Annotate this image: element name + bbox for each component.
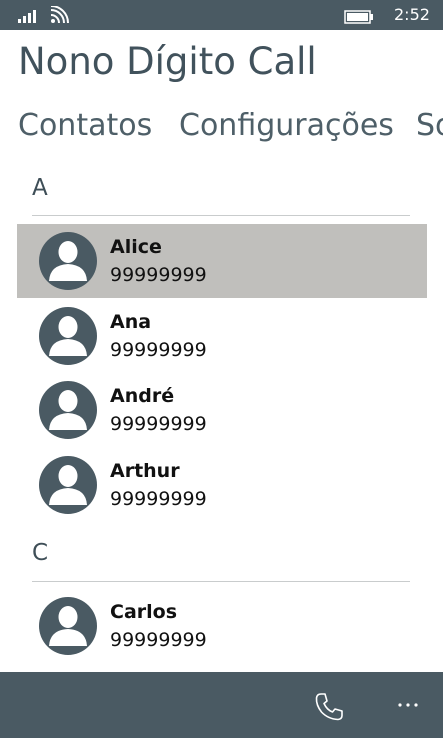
wifi-icon xyxy=(50,5,70,28)
avatar-icon xyxy=(39,456,97,514)
avatar-icon xyxy=(39,307,97,365)
group-divider xyxy=(32,581,410,582)
group-divider xyxy=(32,215,410,216)
contact-item-arthur[interactable]: Arthur 99999999 xyxy=(17,448,427,522)
contact-phone: 99999999 xyxy=(110,264,207,286)
tab-sobre[interactable]: Sobre xyxy=(416,108,443,143)
contact-phone: 99999999 xyxy=(110,413,207,435)
group-header-c[interactable]: C xyxy=(32,540,48,566)
clock: 2:52 xyxy=(394,5,430,24)
avatar-icon xyxy=(39,381,97,439)
app-title: Nono Dígito Call xyxy=(18,40,317,83)
avatar-icon xyxy=(39,232,97,290)
tab-configuracoes[interactable]: Configurações xyxy=(179,108,394,143)
app-bar xyxy=(0,672,443,738)
pivot-header: Contatos Configurações Sobre xyxy=(0,108,443,148)
contact-phone: 99999999 xyxy=(110,629,207,651)
contact-item-alice[interactable]: Alice 99999999 xyxy=(17,224,427,298)
more-button[interactable] xyxy=(395,690,425,720)
tab-contatos[interactable]: Contatos xyxy=(18,108,152,143)
contact-name: Ana xyxy=(110,311,152,333)
phone-icon xyxy=(315,693,343,721)
group-header-a[interactable]: A xyxy=(32,175,48,201)
contact-name: Alice xyxy=(110,236,162,258)
signal-icon xyxy=(18,7,40,27)
battery-icon xyxy=(344,9,374,28)
call-button[interactable] xyxy=(312,690,346,724)
contact-item-carlos[interactable]: Carlos 99999999 xyxy=(17,589,427,663)
status-bar: 2:52 xyxy=(0,0,443,30)
contact-phone: 99999999 xyxy=(110,488,207,510)
contact-item-andre[interactable]: André 99999999 xyxy=(17,373,427,447)
more-icon xyxy=(398,703,418,707)
contact-item-ana[interactable]: Ana 99999999 xyxy=(17,299,427,373)
contact-name: André xyxy=(110,385,175,407)
contact-name: Carlos xyxy=(110,601,178,623)
contact-name: Arthur xyxy=(110,460,180,482)
contact-phone: 99999999 xyxy=(110,339,207,361)
avatar-icon xyxy=(39,597,97,655)
